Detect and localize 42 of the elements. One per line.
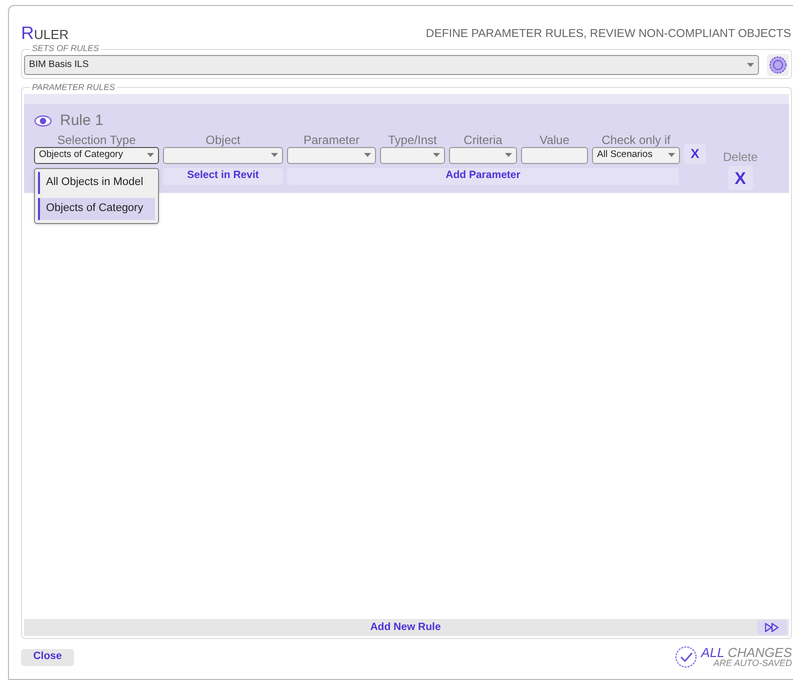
column-heading: Type/Inst xyxy=(388,132,437,146)
add-parameter-button[interactable]: Add Parameter xyxy=(287,168,679,184)
saved-status-detail: ARE AUTO-SAVED xyxy=(713,659,792,668)
rule-title: Rule 1 xyxy=(60,111,104,131)
close-button[interactable]: Close xyxy=(21,648,74,666)
window-title: RULER xyxy=(21,24,69,43)
dropdown[interactable] xyxy=(287,146,376,164)
dropdown-option[interactable]: Objects of Category xyxy=(38,198,155,220)
clear-button[interactable]: X xyxy=(684,144,706,164)
add-new-rule-button[interactable]: Add New Rule xyxy=(24,620,757,636)
settings-button[interactable] xyxy=(767,54,789,76)
column-heading: Selection Type xyxy=(57,132,136,146)
caret-icon xyxy=(364,153,371,157)
settings-icon xyxy=(769,56,787,74)
value-field[interactable] xyxy=(521,146,588,164)
delete-button[interactable]: X xyxy=(728,166,753,190)
caret-icon xyxy=(147,153,154,157)
fast-forward-icon xyxy=(765,623,779,632)
column-heading: Check only if xyxy=(602,132,670,146)
saved-status: ALL CHANGES xyxy=(701,646,792,659)
select-in-revit-button[interactable]: Select in Revit xyxy=(163,168,283,184)
column-heading: Parameter xyxy=(303,132,360,146)
eye-icon[interactable] xyxy=(34,113,52,130)
rule-set-dropdown[interactable]: BIM Basis ILS xyxy=(24,55,759,75)
caret-icon xyxy=(271,153,278,157)
fast-forward-button[interactable] xyxy=(757,620,787,635)
check-circle-icon xyxy=(675,646,698,668)
dropdown[interactable] xyxy=(449,146,517,164)
caret-icon xyxy=(747,63,754,67)
caret-icon xyxy=(505,153,512,157)
dropdown[interactable]: All Scenarios xyxy=(592,146,680,164)
column-heading: Value xyxy=(540,132,570,146)
dropdown[interactable] xyxy=(380,146,445,164)
dropdown-option[interactable]: All Objects in Model xyxy=(38,172,155,194)
column-heading: Object xyxy=(206,132,240,146)
dropdown[interactable] xyxy=(163,146,283,164)
dropdown[interactable]: Objects of Category xyxy=(34,146,159,164)
caret-icon xyxy=(433,153,440,157)
window-subtitle: DEFINE PARAMETER RULES, REVIEW NON-COMPLIANT OBJECTS xyxy=(426,26,792,42)
caret-icon xyxy=(668,153,675,157)
column-heading: Criteria xyxy=(464,132,502,146)
delete-heading: Delete xyxy=(723,149,758,166)
